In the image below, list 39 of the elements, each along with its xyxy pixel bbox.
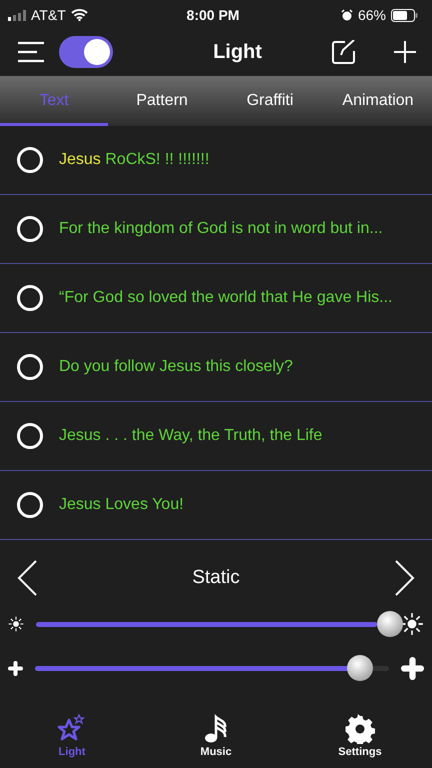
slider-thumb[interactable]	[347, 655, 374, 681]
previous-button[interactable]	[16, 560, 38, 596]
category-tab[interactable]: Graffiti	[216, 76, 324, 126]
radio-button[interactable]	[17, 216, 43, 242]
alarm-icon	[340, 9, 353, 21]
message-text[interactable]: Jesus RoCkS! !! !!!!!!!	[59, 151, 210, 169]
category-tab[interactable]: Animation	[324, 76, 432, 126]
gear-icon	[345, 714, 375, 744]
nav-tab[interactable]: Music	[171, 708, 261, 768]
plus-icon	[8, 660, 23, 676]
radio-button[interactable]	[17, 492, 43, 518]
radio-button[interactable]	[17, 147, 43, 173]
battery-icon	[390, 8, 418, 22]
next-button[interactable]	[394, 560, 416, 596]
carrier-name: AT&T	[31, 7, 66, 23]
category-tab[interactable]: Pattern	[108, 76, 216, 126]
wifi-icon	[70, 9, 88, 21]
menu-button[interactable]	[17, 41, 45, 63]
nav-tab[interactable]: Settings	[315, 708, 405, 768]
signal-icon	[8, 10, 26, 20]
slider-thumb[interactable]	[376, 611, 403, 637]
message-text[interactable]: For the kingdom of God is not in word but in...	[59, 220, 383, 238]
light-toggle[interactable]	[59, 36, 113, 68]
message-text[interactable]: Do you follow Jesus this closely?	[59, 358, 293, 376]
message-text[interactable]: “For God so loved the world that He gave His...	[59, 289, 392, 307]
radio-button[interactable]	[17, 354, 43, 380]
battery-percent: 66%	[358, 7, 386, 23]
status-time: 8:00 PM	[186, 7, 240, 23]
mode-label: Static	[192, 567, 240, 589]
plus-icon	[401, 656, 424, 680]
sun-icon	[8, 616, 24, 632]
edit-button[interactable]	[332, 40, 356, 64]
message-text[interactable]: Jesus . . . the Way, the Truth, the Life	[59, 427, 322, 445]
radio-button[interactable]	[17, 285, 43, 311]
page-title: Light	[212, 40, 263, 64]
radio-button[interactable]	[17, 423, 43, 449]
sun-icon	[400, 612, 424, 636]
message-text[interactable]: Jesus Loves You!	[59, 496, 184, 514]
add-button[interactable]	[394, 41, 416, 63]
